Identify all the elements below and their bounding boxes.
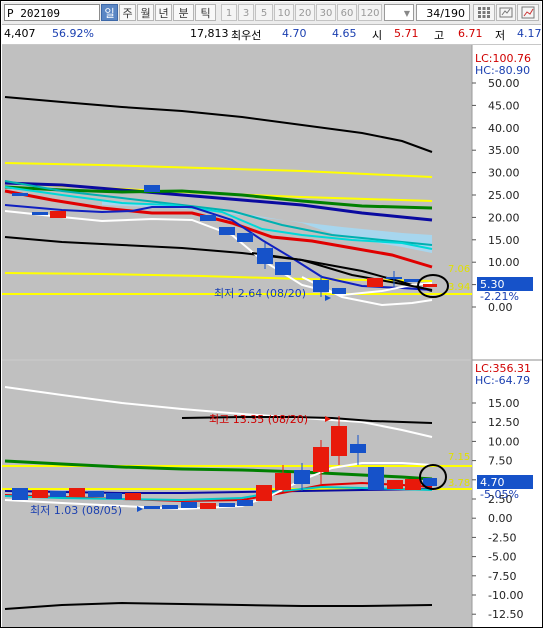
quote-info-bar: 4,407 56.92% 17,813 최우선 4.70 4.65 시 5.71… xyxy=(2,25,542,45)
lower-label-hi: 7.15 xyxy=(448,452,470,463)
lower-tick-label: -10.00 xyxy=(488,589,523,602)
interval-10-button[interactable]: 10 xyxy=(274,4,294,21)
toolbar: P 202109 410.0 일 주 월 년 분 틱 1 3 5 10 20 3… xyxy=(2,2,541,37)
code-input[interactable]: P 202109 410.0 xyxy=(4,4,100,37)
change-rate: -2.21% xyxy=(480,290,519,303)
period-year-button[interactable]: 년 xyxy=(155,4,172,21)
lower-tick-label: -2.50 xyxy=(488,531,516,544)
upper-tick-label: 30.00 xyxy=(488,167,520,180)
lower-tick-label: 0.00 xyxy=(488,512,513,525)
low-value: 4.17 xyxy=(517,27,542,40)
ask-value: 4.65 xyxy=(332,27,357,40)
interval-1-button[interactable]: 1 xyxy=(221,4,237,21)
chart-area[interactable]: LC:100.76 HC:-80.90 50.0045.0040.0035.00… xyxy=(2,45,542,627)
volume-value: 4,407 xyxy=(4,27,36,40)
data-count-field[interactable]: 34/190 xyxy=(416,4,470,21)
interval-select[interactable]: ▼ xyxy=(384,4,414,21)
lower-change-rate: -5.05% xyxy=(480,488,519,501)
high-label: 고 xyxy=(434,29,445,42)
interval-120-button[interactable]: 120 xyxy=(358,4,382,21)
lower-tick-label: 15.00 xyxy=(488,397,520,410)
open-label: 시 xyxy=(372,29,383,42)
low-annotation: 최저 2.64 (08/20) xyxy=(214,287,306,300)
settings-icon[interactable] xyxy=(496,4,516,21)
interval-30-button[interactable]: 30 xyxy=(316,4,336,21)
lower-label-lo: 3.78 xyxy=(448,478,470,489)
period-minute-button[interactable]: 분 xyxy=(173,4,194,21)
lower-tick-label: 12.50 xyxy=(488,416,520,429)
lower-low-annotation: 최저 1.03 (08/05) xyxy=(30,504,122,517)
open-value: 5.71 xyxy=(394,27,419,40)
lower-tick-label: -5.00 xyxy=(488,551,516,564)
chevron-down-icon: ▼ xyxy=(403,9,410,18)
lower-tick-label: -7.50 xyxy=(488,570,516,583)
high-annotation: 최고 13.35 (08/20) xyxy=(209,413,308,426)
rate-value: 56.92% xyxy=(52,27,94,40)
low-label: 저 xyxy=(495,29,506,42)
lower-hc-label: HC:-64.79 xyxy=(475,374,530,387)
upper-tick-label: 45.00 xyxy=(488,99,520,112)
interval-5-button[interactable]: 5 xyxy=(255,4,273,21)
upper-tick-label: 20.00 xyxy=(488,211,520,224)
chart-icon[interactable] xyxy=(517,4,539,21)
period-month-button[interactable]: 월 xyxy=(137,4,154,21)
upper-label-hi: 7.06 xyxy=(448,264,470,275)
upper-tick-label: 15.00 xyxy=(488,234,520,247)
upper-tick-label: 35.00 xyxy=(488,144,520,157)
period-week-button[interactable]: 주 xyxy=(119,4,136,21)
upper-tick-label: 40.00 xyxy=(488,122,520,135)
upper-label-lo: 3.94 xyxy=(448,282,470,293)
bid-value: 4.70 xyxy=(282,27,307,40)
lower-tick-label: -12.50 xyxy=(488,608,523,621)
upper-tick-label: 25.00 xyxy=(488,189,520,202)
interval-20-button[interactable]: 20 xyxy=(295,4,315,21)
grid-icon[interactable] xyxy=(473,4,495,21)
period-day-button[interactable]: 일 xyxy=(101,4,118,21)
upper-tick-label: 10.00 xyxy=(488,256,520,269)
interval-60-button[interactable]: 60 xyxy=(337,4,357,21)
upper-tick-label: 50.00 xyxy=(488,77,520,90)
hc-label: HC:-80.90 xyxy=(475,64,530,77)
chart-window: P 202109 410.0 일 주 월 년 분 틱 1 3 5 10 20 3… xyxy=(0,0,543,628)
high-value: 6.71 xyxy=(458,27,483,40)
period-tick-button[interactable]: 틱 xyxy=(195,4,216,21)
best-quote-label: 최우선 xyxy=(231,29,262,42)
interval-3-button[interactable]: 3 xyxy=(238,4,254,21)
count-value: 17,813 xyxy=(190,27,229,40)
lower-tick-label: 7.50 xyxy=(488,455,513,468)
lower-tick-label: 10.00 xyxy=(488,435,520,448)
